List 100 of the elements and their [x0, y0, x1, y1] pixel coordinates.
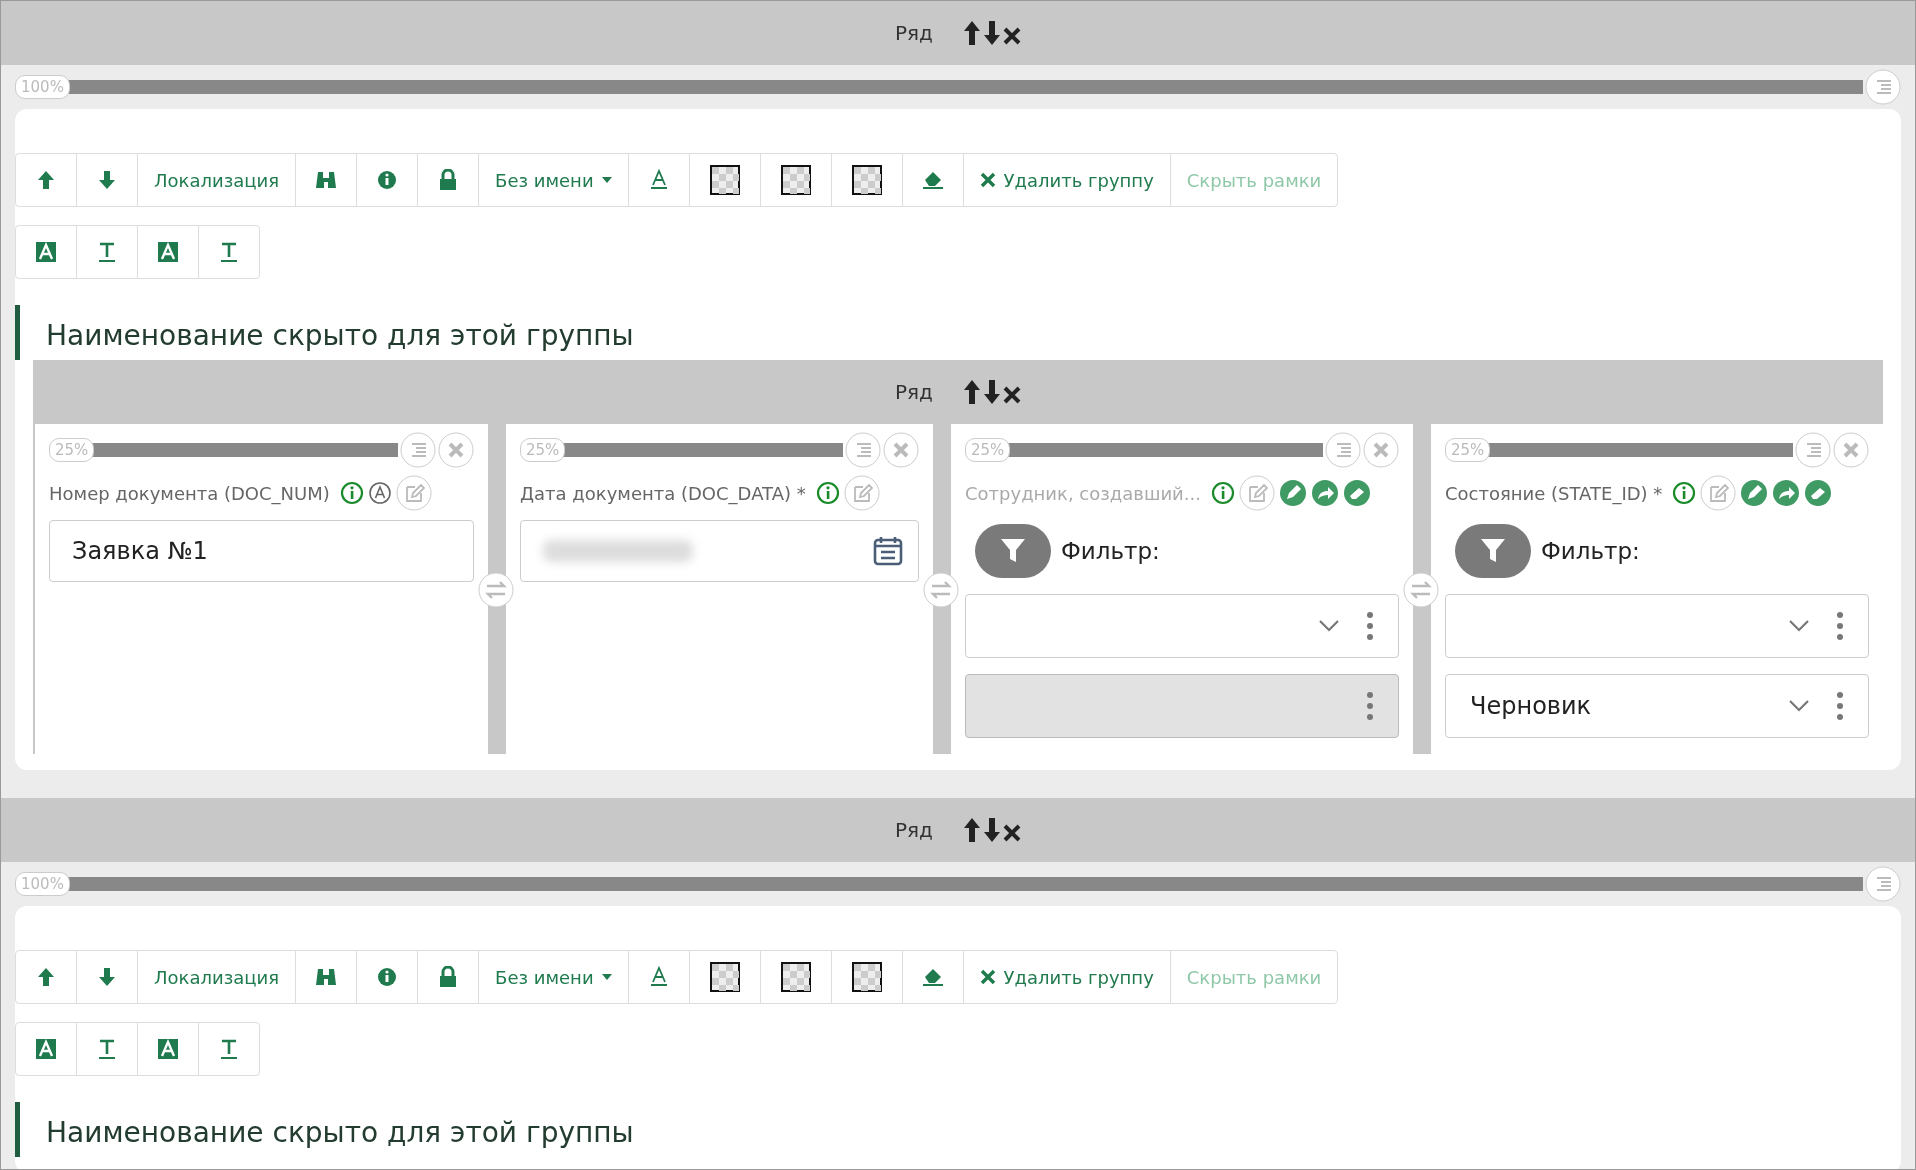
letter-t-icon: [96, 1038, 118, 1060]
info-icon: [377, 170, 398, 190]
chevron-icon[interactable]: [1788, 619, 1810, 633]
checkerboard-icon: [709, 962, 740, 992]
move-up-button[interactable]: [15, 950, 77, 1004]
row-label: Ряд: [895, 380, 933, 404]
lock-icon: [438, 966, 459, 988]
checkerboard-icon: [851, 962, 882, 992]
move-down-button[interactable]: [76, 153, 138, 207]
clear-format-button[interactable]: [901, 950, 964, 1004]
more-icon[interactable]: [1836, 691, 1844, 721]
delete-group-button[interactable]: Удалить группу: [962, 950, 1171, 1004]
move-delete-icon[interactable]: [962, 20, 1021, 46]
caret-icon: [601, 974, 612, 980]
chevron-icon[interactable]: [1788, 699, 1810, 713]
field-label: Номер документа (DOC_NUM): [49, 482, 330, 504]
find-button[interactable]: [295, 153, 358, 207]
lock-icon: [438, 169, 459, 191]
font-color-icon: [648, 966, 669, 988]
checkerboard-icon: [780, 165, 811, 195]
select-field[interactable]: Черновик: [1445, 674, 1869, 738]
letter-a-icon: [35, 1038, 57, 1060]
letter-t-icon: [218, 1038, 240, 1060]
highlight-button[interactable]: [137, 1022, 199, 1076]
group-title: Наименование скрыто для этой группы: [46, 1116, 634, 1149]
width-label: 25%: [520, 438, 566, 462]
select-field[interactable]: [1445, 594, 1869, 658]
width-slider[interactable]: [67, 80, 1863, 94]
share-icon[interactable]: [1310, 479, 1339, 507]
move-delete-icon[interactable]: [962, 379, 1021, 405]
clear-format-button[interactable]: [901, 153, 964, 207]
info-button[interactable]: [356, 153, 419, 207]
group-title: Наименование скрыто для этой группы: [46, 319, 634, 352]
letter-a-icon: [157, 241, 179, 263]
letter-a-icon[interactable]: [367, 481, 392, 505]
field-label: Состояние (STATE_ID) *: [1445, 482, 1663, 504]
field-label: Дата документа (DOC_DATA) *: [520, 482, 806, 504]
move-delete-icon[interactable]: [962, 817, 1021, 843]
pencil-icon[interactable]: [1740, 479, 1769, 507]
text-field[interactable]: Заявка №1: [49, 520, 474, 582]
name-dropdown[interactable]: Без имени: [478, 153, 629, 207]
width-label: 25%: [1445, 438, 1491, 462]
width-slider[interactable]: [92, 443, 398, 457]
letter-a-icon: [35, 241, 57, 263]
pencil-icon[interactable]: [1278, 479, 1307, 507]
filter-button[interactable]: [1455, 524, 1531, 578]
arrow-up-icon: [37, 967, 55, 987]
eraser-icon: [920, 169, 945, 191]
font-button[interactable]: [627, 950, 690, 1004]
info-icon[interactable]: [1672, 481, 1697, 505]
lock-button[interactable]: [417, 950, 480, 1004]
name-dropdown[interactable]: Без имени: [478, 950, 629, 1004]
filter-button[interactable]: [975, 524, 1051, 578]
font-color-icon: [648, 169, 669, 191]
filter-label: Фильтр:: [1541, 538, 1640, 564]
localization-button[interactable]: Локализация: [137, 950, 297, 1004]
binoculars-icon: [315, 170, 338, 190]
width-slider[interactable]: [1488, 443, 1793, 457]
highlight-button[interactable]: [15, 225, 77, 279]
find-button[interactable]: [295, 950, 358, 1004]
checkerboard-icon: [709, 165, 740, 195]
delete-group-button[interactable]: Удалить группу: [962, 153, 1171, 207]
lock-button[interactable]: [417, 153, 480, 207]
chevron-icon[interactable]: [1318, 619, 1340, 633]
letter-a-icon: [157, 1038, 179, 1060]
row-label: Ряд: [895, 818, 933, 842]
info-icon[interactable]: [339, 481, 364, 505]
info-icon[interactable]: [815, 481, 840, 505]
arrow-up-icon: [37, 170, 55, 190]
width-slider[interactable]: [1008, 443, 1323, 457]
text-style-button[interactable]: [76, 225, 138, 279]
eraser-icon[interactable]: [1804, 479, 1833, 507]
text-style-button[interactable]: [198, 1022, 260, 1076]
row-label: Ряд: [895, 21, 933, 45]
width-slider[interactable]: [563, 443, 843, 457]
move-down-button[interactable]: [76, 950, 138, 1004]
more-icon[interactable]: [1836, 611, 1844, 641]
eraser-icon[interactable]: [1342, 479, 1371, 507]
more-icon[interactable]: [1366, 611, 1374, 641]
checkerboard-icon: [851, 165, 882, 195]
width-label: 25%: [965, 438, 1011, 462]
move-up-button[interactable]: [15, 153, 77, 207]
text-style-button[interactable]: [198, 225, 260, 279]
font-button[interactable]: [627, 153, 690, 207]
width-slider[interactable]: [67, 877, 1863, 891]
info-icon[interactable]: [1210, 481, 1235, 505]
highlight-button[interactable]: [137, 225, 199, 279]
letter-t-icon: [218, 241, 240, 263]
share-icon[interactable]: [1772, 479, 1801, 507]
arrow-down-icon: [98, 967, 116, 987]
calendar-icon[interactable]: [872, 535, 904, 567]
highlight-button[interactable]: [15, 1022, 77, 1076]
width-label: 100%: [15, 75, 70, 99]
info-button[interactable]: [356, 950, 419, 1004]
width-label: 25%: [49, 438, 95, 462]
select-field[interactable]: [965, 594, 1399, 658]
localization-button[interactable]: Локализация: [137, 153, 297, 207]
info-icon: [377, 967, 398, 987]
text-style-button[interactable]: [76, 1022, 138, 1076]
date-field[interactable]: [543, 540, 693, 562]
